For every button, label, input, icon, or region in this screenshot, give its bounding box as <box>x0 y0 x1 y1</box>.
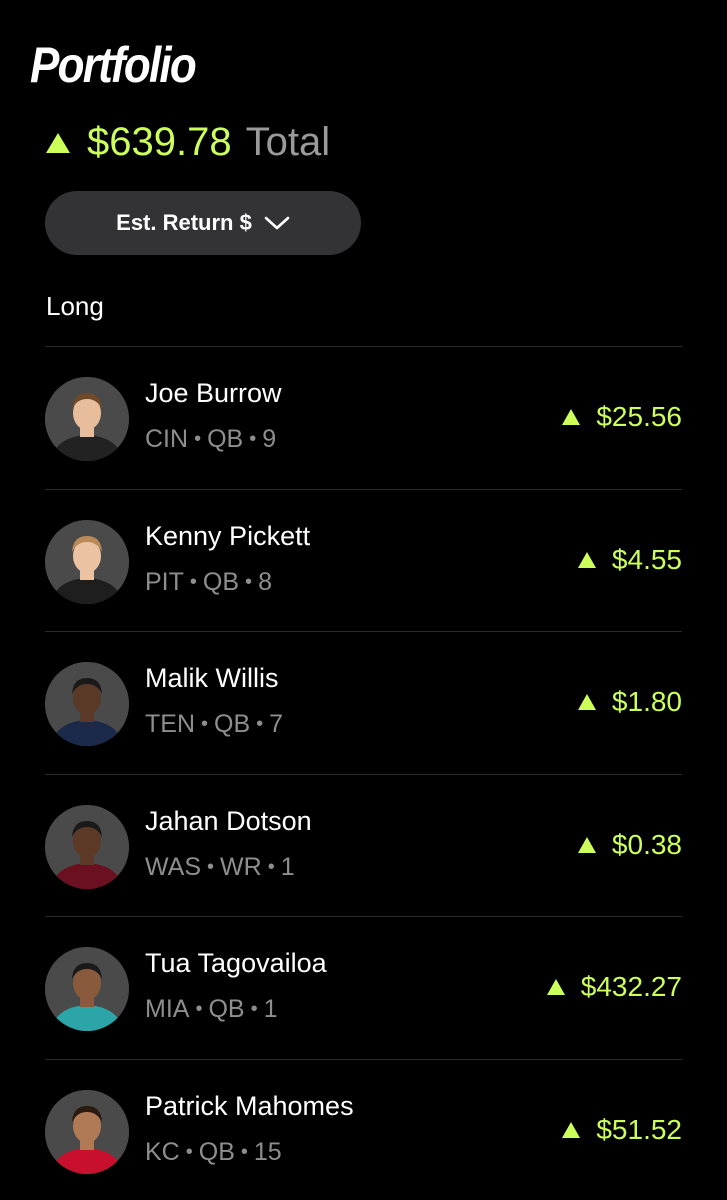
page-title: Portfolio <box>30 37 197 93</box>
player-return: $4.55 <box>577 543 682 576</box>
trend-up-icon <box>562 409 581 425</box>
portfolio-screen: Portfolio $639.78 Total Est. Return $ Lo… <box>0 0 727 1200</box>
return-value: $25.56 <box>596 401 682 432</box>
separator-dot-icon: • <box>240 1140 248 1163</box>
player-name: Kenny Pickett <box>145 520 311 551</box>
player-row[interactable]: Patrick Mahomes KC • QB • 15 $51.52 <box>45 1058 682 1200</box>
player-return: $432.27 <box>546 971 682 1003</box>
player-row[interactable]: Jahan Dotson WAS • WR • 1 $0.38 <box>45 773 682 917</box>
separator-dot-icon: • <box>195 998 203 1020</box>
player-team: PIT <box>145 567 184 596</box>
return-value: $432.27 <box>580 971 682 1002</box>
player-return: $25.56 <box>562 401 682 433</box>
player-position: QB <box>202 567 240 596</box>
chevron-down-icon <box>264 215 290 231</box>
player-row[interactable]: Tua Tagovailoa MIA • QB • 1 $432.27 <box>45 916 682 1059</box>
player-avatar <box>45 804 129 889</box>
player-meta: KC • QB • 15 <box>145 1138 282 1167</box>
trend-up-icon <box>562 1121 581 1138</box>
player-name: Joe Burrow <box>145 378 282 408</box>
separator-dot-icon: • <box>245 570 253 593</box>
return-value: $4.55 <box>611 543 682 575</box>
player-position: QB <box>207 425 244 453</box>
section-label-long: Long <box>46 291 104 321</box>
trend-up-icon <box>577 694 596 710</box>
player-name: Jahan Dotson <box>145 805 312 836</box>
player-list: Joe Burrow CIN • QB • 9 $25.56 Kenny Pickett… <box>45 346 682 1200</box>
player-meta: PIT • QB • 8 <box>145 568 272 597</box>
player-name: Tua Tagovailoa <box>145 948 327 978</box>
player-team: KC <box>145 1137 180 1166</box>
return-value: $0.38 <box>611 828 682 860</box>
return-value: $1.80 <box>611 686 682 717</box>
separator-dot-icon: • <box>201 713 209 735</box>
player-number: 8 <box>258 567 272 596</box>
player-number: 1 <box>263 995 278 1023</box>
player-team: MIA <box>145 995 190 1023</box>
player-avatar <box>45 377 129 461</box>
player-number: 7 <box>269 710 284 738</box>
player-number: 1 <box>280 852 295 881</box>
player-row[interactable]: Kenny Pickett PIT • QB • 8 $4.55 <box>45 488 682 632</box>
player-avatar <box>45 662 129 746</box>
trend-up-icon <box>46 133 70 153</box>
player-return: $0.38 <box>577 828 682 861</box>
player-position: QB <box>198 1137 235 1166</box>
separator-dot-icon: • <box>189 570 197 593</box>
separator-dot-icon: • <box>207 855 215 878</box>
player-number: 9 <box>262 425 277 453</box>
separator-dot-icon: • <box>185 1140 193 1163</box>
trend-up-icon <box>546 979 565 995</box>
separator-dot-icon: • <box>250 998 258 1020</box>
portfolio-total: $639.78 Total <box>46 118 330 166</box>
player-team: WAS <box>145 852 202 881</box>
trend-up-icon <box>577 836 596 853</box>
total-label: Total <box>245 119 331 164</box>
separator-dot-icon: • <box>267 855 275 878</box>
est-return-dropdown[interactable]: Est. Return $ <box>45 191 361 255</box>
return-value: $51.52 <box>596 1113 682 1145</box>
player-avatar <box>45 519 129 604</box>
total-value: $639.78 <box>87 119 232 164</box>
player-return: $51.52 <box>562 1114 682 1146</box>
trend-up-icon <box>577 551 596 568</box>
player-meta: TEN • QB • 7 <box>145 710 283 739</box>
player-row[interactable]: Joe Burrow CIN • QB • 9 $25.56 <box>45 346 682 489</box>
player-meta: WAS • WR • 1 <box>145 853 295 882</box>
dropdown-label: Est. Return $ <box>116 210 252 235</box>
player-name: Patrick Mahomes <box>145 1090 354 1121</box>
player-position: QB <box>208 995 245 1023</box>
player-position: QB <box>214 710 251 738</box>
player-meta: CIN • QB • 9 <box>145 425 276 454</box>
player-number: 15 <box>253 1137 282 1166</box>
player-row[interactable]: Malik Willis TEN • QB • 7 $1.80 <box>45 631 682 774</box>
separator-dot-icon: • <box>249 428 257 450</box>
player-position: WR <box>220 852 262 881</box>
separator-dot-icon: • <box>256 713 264 735</box>
player-team: TEN <box>145 710 195 738</box>
player-return: $1.80 <box>577 686 682 718</box>
player-team: CIN <box>145 425 189 453</box>
player-avatar <box>45 947 129 1031</box>
player-name: Malik Willis <box>145 663 279 693</box>
player-meta: MIA • QB • 1 <box>145 995 278 1024</box>
separator-dot-icon: • <box>194 428 202 450</box>
player-avatar <box>45 1089 129 1174</box>
